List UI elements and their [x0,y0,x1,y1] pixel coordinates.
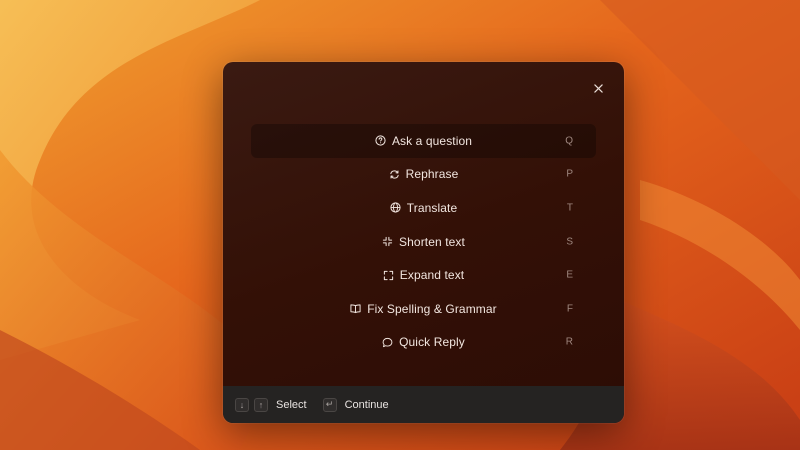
close-button[interactable] [590,80,606,96]
arrow-down-key: ↓ [235,397,249,412]
shortcut-key: P [566,168,573,180]
arrow-up-key: ↑ [254,397,268,412]
shortcut-key: R [565,336,573,348]
menu-item-rephrase[interactable]: Rephrase P [251,158,596,192]
menu-item-label: Ask a question [391,133,473,148]
menu-item-label: Rephrase [405,167,459,182]
continue-hint-label: Continue [344,398,389,411]
shortcut-key: E [566,269,573,281]
shortcut-key: F [566,303,573,315]
select-hint-label: Select [276,398,307,411]
keyboard-hints-footer: ↓ ↑ Select ↵ Continue [223,386,624,423]
menu-item-translate[interactable]: Translate T [251,191,596,225]
speech-bubble-icon [382,337,393,348]
close-icon [593,83,603,93]
question-circle-icon [375,135,386,146]
expand-icon [383,270,394,281]
book-icon [350,303,361,314]
refresh-icon [389,169,400,180]
menu-item-ask-question[interactable]: Ask a question Q [251,124,596,158]
enter-key: ↵ [322,397,337,412]
ai-command-dialog: Ask a question Q Rephrase P Translate T … [223,62,624,423]
shortcut-key: T [566,202,573,214]
menu-item-quick-reply[interactable]: Quick Reply R [251,326,596,360]
command-menu: Ask a question Q Rephrase P Translate T … [251,124,596,359]
menu-item-label: Expand text [399,268,465,283]
collapse-icon [382,236,393,247]
menu-item-label: Shorten text [399,234,465,249]
menu-item-label: Fix Spelling & Grammar [367,301,497,316]
shortcut-key: Q [565,135,573,147]
menu-item-expand-text[interactable]: Expand text E [251,258,596,292]
shortcut-key: S [566,236,573,248]
menu-item-fix-spelling-grammar[interactable]: Fix Spelling & Grammar F [251,292,596,326]
menu-item-label: Translate [406,200,458,215]
globe-icon [390,202,401,214]
menu-item-shorten-text[interactable]: Shorten text S [251,225,596,259]
menu-item-label: Quick Reply [399,335,465,350]
